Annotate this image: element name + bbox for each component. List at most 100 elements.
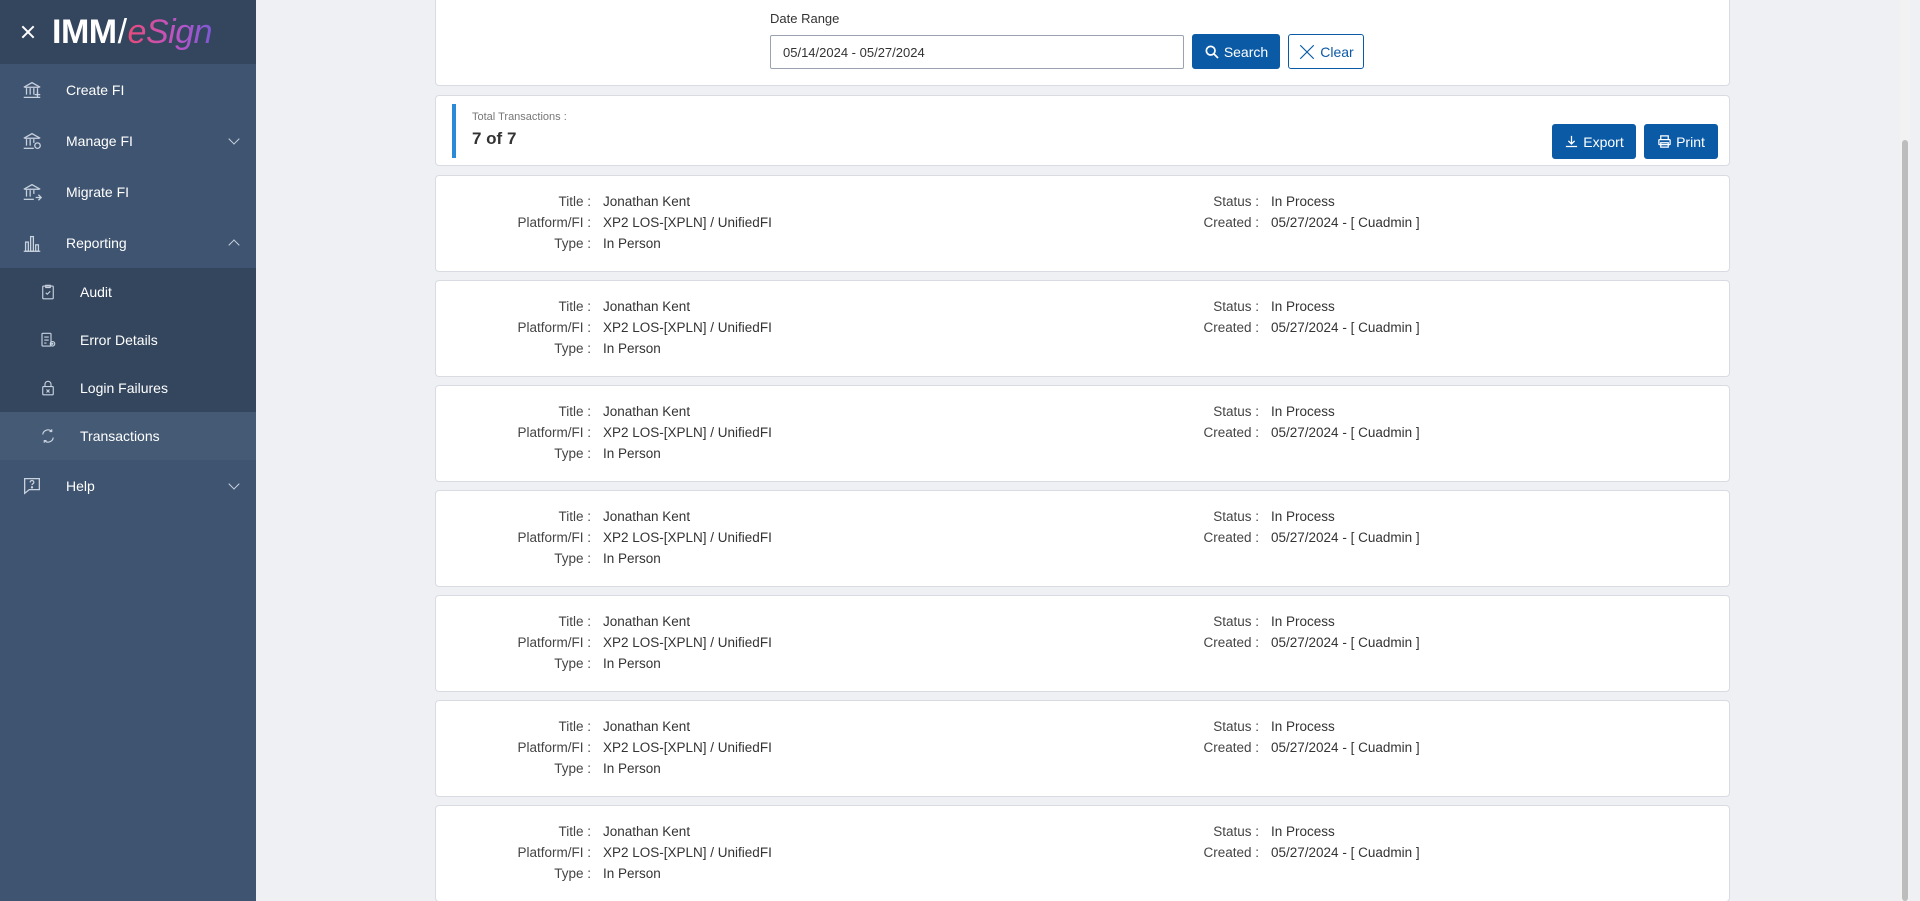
field-value: In Person xyxy=(603,236,661,251)
field-status: Status : In Process xyxy=(1131,299,1335,320)
field-label: Status : xyxy=(1213,299,1259,314)
sidebar-item-create-fi[interactable]: Create FI xyxy=(0,64,256,115)
field-label: Status : xyxy=(1213,194,1259,209)
transaction-card[interactable]: Title : Jonathan Kent Platform/FI : XP2 LOS… xyxy=(435,175,1730,272)
export-button[interactable]: Export xyxy=(1552,124,1636,159)
field-value: 05/27/2024 - [ Cuadmin ] xyxy=(1271,845,1420,860)
field-value: In Process xyxy=(1271,719,1335,734)
summary-panel: Total Transactions : 7 of 7 Export Print xyxy=(435,95,1730,166)
field-value: In Person xyxy=(603,446,661,461)
download-icon xyxy=(1564,134,1579,149)
sidebar-item-login-failures[interactable]: Login Failures xyxy=(0,364,256,412)
sidebar-item-help[interactable]: Help xyxy=(0,460,256,511)
field-label: Created : xyxy=(1203,635,1259,650)
transaction-card[interactable]: Title : Jonathan Kent Platform/FI : XP2 LOS… xyxy=(435,385,1730,482)
field-label: Status : xyxy=(1213,404,1259,419)
search-button[interactable]: Search xyxy=(1192,34,1280,69)
field-label: Type : xyxy=(554,656,591,671)
field-value: In Process xyxy=(1271,299,1335,314)
field-value: In Person xyxy=(603,551,661,566)
field-created: Created : 05/27/2024 - [ Cuadmin ] xyxy=(1131,740,1419,761)
field-value: In Person xyxy=(603,761,661,776)
field-status: Status : In Process xyxy=(1131,614,1335,635)
field-type: Type : In Person xyxy=(473,236,661,257)
field-title: Title : Jonathan Kent xyxy=(473,299,690,320)
field-title: Title : Jonathan Kent xyxy=(473,719,690,740)
bank-migrate-icon xyxy=(20,180,44,204)
field-platform: Platform/FI : XP2 LOS-[XPLN] / UnifiedFI xyxy=(473,215,771,236)
logo-imm: IMM xyxy=(52,12,117,51)
transaction-card[interactable]: Title : Jonathan Kent Platform/FI : XP2 LOS… xyxy=(435,490,1730,587)
scrollbar[interactable] xyxy=(1900,0,1910,901)
field-status: Status : In Process xyxy=(1131,404,1335,425)
date-range-input[interactable] xyxy=(770,35,1184,69)
field-value: In Process xyxy=(1271,614,1335,629)
close-icon xyxy=(1298,43,1316,61)
sidebar-item-label: Reporting xyxy=(66,234,127,251)
field-status: Status : In Process xyxy=(1131,719,1335,740)
logo-slash: / xyxy=(117,12,127,51)
field-value: 05/27/2024 - [ Cuadmin ] xyxy=(1271,320,1420,335)
lock-icon xyxy=(38,378,58,398)
sidebar-item-audit[interactable]: Audit xyxy=(0,268,256,316)
sidebar-item-label: Login Failures xyxy=(80,380,168,396)
field-type: Type : In Person xyxy=(473,446,661,467)
field-value: In Person xyxy=(603,656,661,671)
field-label: Platform/FI : xyxy=(517,320,591,335)
field-label: Type : xyxy=(554,446,591,461)
field-label: Created : xyxy=(1203,425,1259,440)
field-title: Title : Jonathan Kent xyxy=(473,824,690,845)
field-value: XP2 LOS-[XPLN] / UnifiedFI xyxy=(603,530,772,545)
sidebar-item-migrate-fi[interactable]: Migrate FI xyxy=(0,166,256,217)
field-title: Title : Jonathan Kent xyxy=(473,404,690,425)
sidebar-item-reporting[interactable]: Reporting xyxy=(0,217,256,268)
scrollbar-thumb[interactable] xyxy=(1902,140,1908,901)
field-value: Jonathan Kent xyxy=(603,614,691,629)
field-status: Status : In Process xyxy=(1131,509,1335,530)
transaction-card[interactable]: Title : Jonathan Kent Platform/FI : XP2 LOS… xyxy=(435,700,1730,797)
field-created: Created : 05/27/2024 - [ Cuadmin ] xyxy=(1131,635,1419,656)
field-label: Created : xyxy=(1203,320,1259,335)
field-created: Created : 05/27/2024 - [ Cuadmin ] xyxy=(1131,320,1420,341)
bank-settings-icon xyxy=(20,129,44,153)
transaction-card[interactable]: Title : Jonathan Kent Platform/FI : XP2 LOS… xyxy=(435,280,1730,377)
close-icon[interactable] xyxy=(18,22,38,42)
sidebar-item-label: Manage FI xyxy=(66,132,133,149)
field-label: Status : xyxy=(1213,719,1259,734)
help-icon xyxy=(20,474,44,498)
sidebar-item-manage-fi[interactable]: Manage FI xyxy=(0,115,256,166)
sidebar-item-label: Transactions xyxy=(80,428,160,444)
sidebar-item-label: Audit xyxy=(80,284,112,300)
reporting-submenu: Audit Error Details Login Failures Trans… xyxy=(0,268,256,460)
field-label: Type : xyxy=(554,341,591,356)
clear-button[interactable]: Clear xyxy=(1288,34,1364,69)
field-label: Type : xyxy=(554,236,591,251)
field-value: Jonathan Kent xyxy=(603,719,691,734)
field-value: Jonathan Kent xyxy=(603,824,691,839)
sidebar: IMM / eSign Create FI Manage FI Migrate … xyxy=(0,0,256,901)
field-value: 05/27/2024 - [ Cuadmin ] xyxy=(1271,215,1420,230)
field-created: Created : 05/27/2024 - [ Cuadmin ] xyxy=(1131,425,1419,446)
transaction-card[interactable]: Title : Jonathan Kent Platform/FI : XP2 LOS… xyxy=(435,595,1730,692)
clipboard-check-icon xyxy=(38,282,58,302)
sidebar-item-label: Error Details xyxy=(80,332,158,348)
date-range-label: Date Range xyxy=(770,11,840,26)
search-button-label: Search xyxy=(1223,43,1269,60)
brand-header: IMM / eSign xyxy=(0,0,256,64)
printer-icon xyxy=(1657,134,1672,149)
field-label: Title : xyxy=(558,404,591,419)
field-platform: Platform/FI : XP2 LOS-[XPLN] / UnifiedFI xyxy=(473,320,771,341)
field-label: Created : xyxy=(1203,845,1259,860)
print-button[interactable]: Print xyxy=(1644,124,1718,159)
bank-icon xyxy=(20,78,44,102)
transaction-card[interactable]: Title : Jonathan Kent Platform/FI : XP2 LOS… xyxy=(435,805,1730,901)
field-value: Jonathan Kent xyxy=(603,299,691,314)
field-created: Created : 05/27/2024 - [ Cuadmin ] xyxy=(1131,530,1419,551)
sidebar-item-transactions[interactable]: Transactions xyxy=(0,412,256,460)
field-label: Type : xyxy=(554,761,591,776)
sidebar-item-error-details[interactable]: Error Details xyxy=(0,316,256,364)
field-platform: Platform/FI : XP2 LOS-[XPLN] / UnifiedFI xyxy=(473,530,772,551)
field-label: Type : xyxy=(554,551,591,566)
search-icon xyxy=(1204,44,1220,60)
app-logo[interactable]: IMM / eSign xyxy=(52,12,213,52)
